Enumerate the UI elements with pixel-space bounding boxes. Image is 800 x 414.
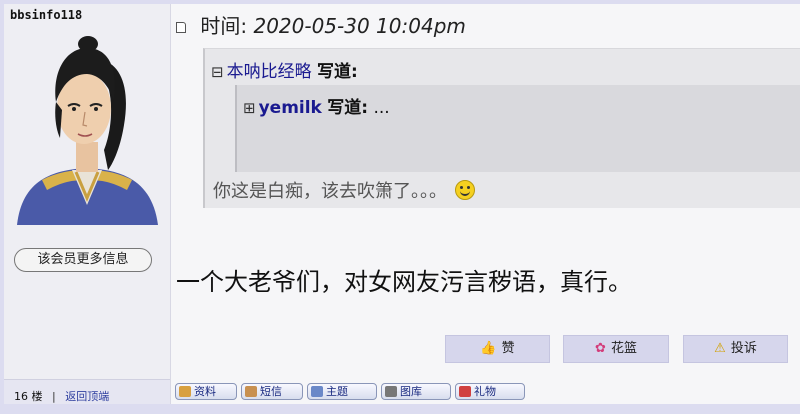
floor-info: 16 楼 | 返回顶端 [14,388,109,404]
floor-bar: 16 楼 | 返回顶端 [4,379,170,405]
message-icon [245,386,257,397]
nested-quote-author-link[interactable]: yemilk [259,98,322,118]
camera-icon [385,386,397,397]
gallery-label: 图库 [400,385,422,398]
username[interactable]: bbsinfo118 [10,8,82,22]
nested-quote-ellipsis: ... [373,98,390,118]
message-label: 短信 [260,385,282,398]
expand-toggle-icon[interactable]: ⊞ [243,99,256,117]
quote-text-content: 你这是白痴，该去吹箫了。。。 [213,181,447,202]
warning-icon: ⚠ [714,341,726,356]
profile-label: 资料 [194,385,216,398]
frame-bottom [0,404,800,414]
report-label: 投诉 [730,341,757,356]
gift-button[interactable]: 礼物 [455,383,525,400]
profile-icon [179,386,191,397]
collapse-toggle-icon[interactable]: ⊟ [211,63,224,81]
report-button[interactable]: ⚠ 投诉 [683,335,788,363]
gallery-button[interactable]: 图库 [381,383,451,400]
smiley-icon [455,180,475,200]
post-time: 时间: 2020-05-30 10:04pm [176,10,466,39]
like-button[interactable]: 👍 赞 [445,335,550,363]
topics-button[interactable]: 主题 [307,383,377,400]
document-icon [176,22,186,33]
like-label: 赞 [501,341,515,356]
quote-text: 你这是白痴，该去吹箫了。。。 [213,177,475,203]
quote-author-link[interactable]: 本呐比经略 [227,62,312,82]
flower-label: 花篮 [610,341,637,356]
more-info-button[interactable]: 该会员更多信息 [14,248,152,272]
message-button[interactable]: 短信 [241,383,303,400]
topics-label: 主题 [326,385,348,398]
gift-icon [459,386,471,397]
flower-icon: ✿ [595,341,606,356]
floor-number: 16 楼 [14,390,43,403]
nested-quote-wrote-label: 写道: [327,98,369,118]
flower-button[interactable]: ✿ 花篮 [563,335,669,363]
quote-block: ⊟ 本呐比经略 写道: ⊞ yemilk 写道: ... 你这是白痴，该去吹箫了。。… [203,48,800,208]
avatar[interactable] [12,30,162,230]
time-value: 2020-05-30 10:04pm [253,14,466,38]
quote-header: ⊟ 本呐比经略 写道: [211,57,358,82]
back-to-top-link[interactable]: 返回顶端 [65,390,109,403]
floor-separator: | [52,390,56,403]
profile-button[interactable]: 资料 [175,383,237,400]
topics-icon [311,386,323,397]
nested-quote-block: ⊞ yemilk 写道: ... [235,85,800,172]
nested-quote-header: ⊞ yemilk 写道: ... [243,93,390,118]
thumbs-up-icon: 👍 [480,341,497,356]
quote-wrote-label: 写道: [316,62,358,82]
time-label: 时间: [200,14,248,38]
gift-label: 礼物 [474,385,496,398]
post-body: 一个大老爷们，对女网友污言秽语，真行。 [176,268,632,296]
